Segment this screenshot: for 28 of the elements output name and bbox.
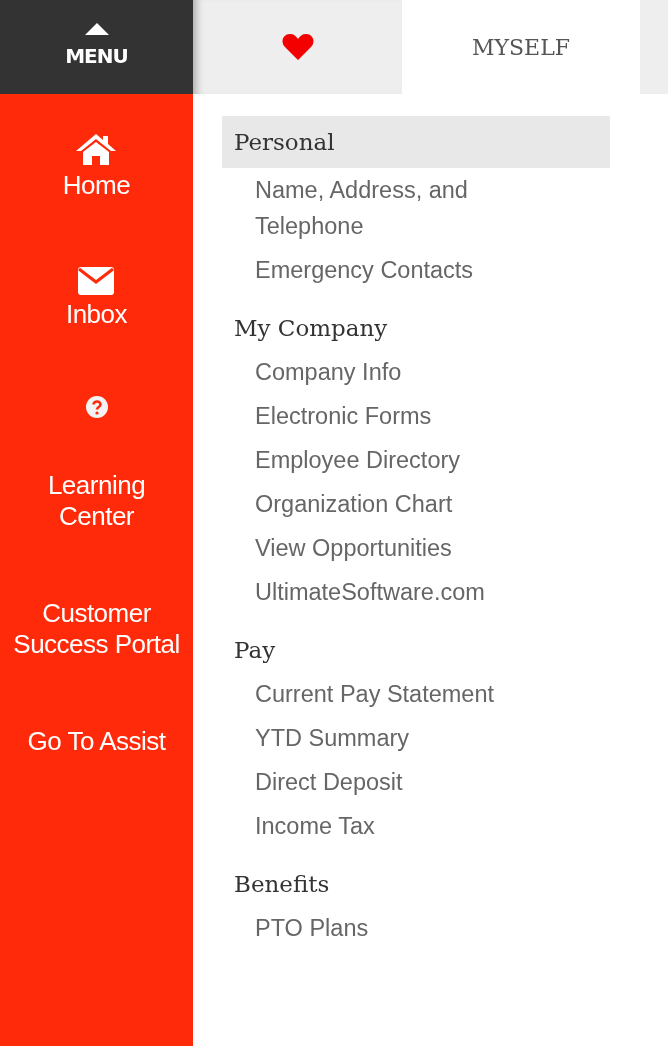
help-icon <box>85 396 108 418</box>
menu-link[interactable]: Current Pay Statement <box>222 672 522 716</box>
menu-link[interactable]: Electronic Forms <box>222 394 522 438</box>
menu-link[interactable]: Direct Deposit <box>222 760 522 804</box>
envelope-icon <box>78 267 115 295</box>
menu-link[interactable]: PTO Plans <box>222 906 522 950</box>
section-heading: Pay <box>233 635 277 665</box>
section-heading: My Company <box>233 313 389 343</box>
menu-link[interactable]: Income Tax <box>222 804 522 848</box>
caret-up-icon <box>84 23 109 35</box>
heart-icon <box>281 33 314 61</box>
sidebar-item[interactable]: Home <box>62 132 131 201</box>
menu-link[interactable]: Emergency Contacts <box>222 248 522 292</box>
menu-link[interactable]: Company Info <box>222 350 522 394</box>
sidebar-item[interactable]: Customer Success Portal <box>11 598 182 660</box>
tab[interactable] <box>193 0 402 94</box>
menu-link[interactable]: YTD Summary <box>222 716 522 760</box>
sidebar-item[interactable]: Learning Center <box>11 396 182 532</box>
section-heading: Personal <box>222 116 610 168</box>
menu-link[interactable]: Name, Address, and Telephone <box>222 168 522 248</box>
sidebar-item[interactable]: Inbox <box>65 267 128 330</box>
menu-link[interactable]: UltimateSoftware.com <box>222 570 522 614</box>
menu-link[interactable]: Organization Chart <box>222 482 522 526</box>
sidebar-item[interactable]: Go To Assist <box>27 726 166 757</box>
menu-link[interactable]: View Opportunities <box>222 526 522 570</box>
menu-button[interactable]: MENU <box>0 0 193 94</box>
section-heading: Benefits <box>233 869 331 899</box>
menu-link[interactable]: Employee Directory <box>222 438 522 482</box>
